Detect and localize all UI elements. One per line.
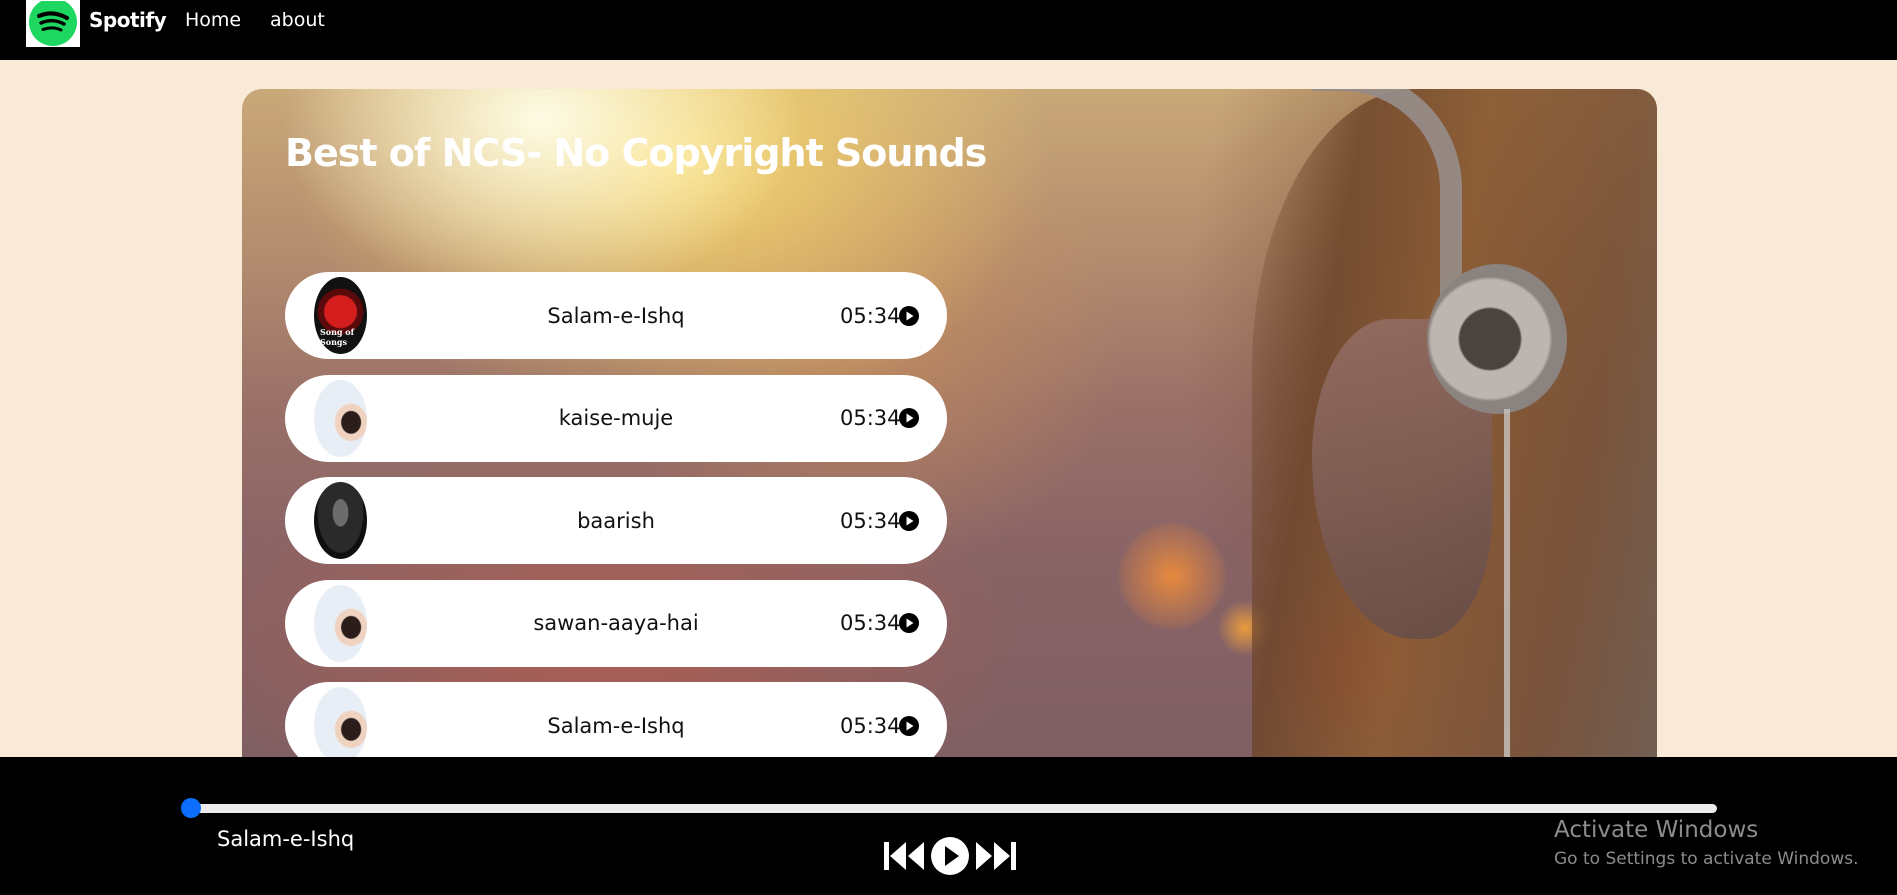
song-list: Song of Songs Salam-e-Ishq 05:34 kaise-m… xyxy=(285,272,947,785)
next-icon[interactable] xyxy=(974,839,1018,873)
navbar: Spotify Home about xyxy=(0,0,1897,60)
cover-text: Song of Songs xyxy=(320,327,355,347)
song-duration: 05:34 xyxy=(840,406,901,430)
play-circle-icon[interactable] xyxy=(898,612,920,634)
song-item[interactable]: Song of Songs Salam-e-Ishq 05:34 xyxy=(285,272,947,359)
progress-thumb[interactable] xyxy=(181,798,201,818)
playlist-container: Best of NCS- No Copyright Sounds Song of… xyxy=(242,89,1657,789)
brand-name[interactable]: Spotify xyxy=(89,8,167,32)
watermark-subtitle: Go to Settings to activate Windows. xyxy=(1554,849,1859,869)
song-item[interactable]: baarish 05:34 xyxy=(285,477,947,564)
spotify-logo-icon xyxy=(29,0,77,46)
background-art-headphone-band xyxy=(1312,89,1462,299)
playlist-title: Best of NCS- No Copyright Sounds xyxy=(285,131,987,175)
song-duration: 05:34 xyxy=(840,713,901,738)
play-circle-icon[interactable] xyxy=(898,407,920,429)
background-art-headphone-wire xyxy=(1504,409,1510,789)
song-duration: 05:34 xyxy=(840,303,901,328)
background-art-headphone-cup xyxy=(1427,264,1567,414)
play-icon[interactable] xyxy=(930,836,970,876)
previous-icon[interactable] xyxy=(882,839,926,873)
play-circle-icon[interactable] xyxy=(898,715,920,737)
nav-link-home[interactable]: Home xyxy=(185,9,241,31)
song-item[interactable]: sawan-aaya-hai 05:34 xyxy=(285,579,947,667)
now-playing-title: Salam-e-Ishq xyxy=(217,827,355,851)
play-circle-icon[interactable] xyxy=(898,510,920,532)
song-duration: 05:34 xyxy=(840,508,901,533)
windows-activation-watermark: Activate Windows Go to Settings to activ… xyxy=(1554,817,1859,869)
spotify-logo[interactable] xyxy=(26,0,80,47)
nav-link-about[interactable]: about xyxy=(270,9,325,31)
watermark-title: Activate Windows xyxy=(1554,817,1759,843)
song-duration: 05:34 xyxy=(840,611,901,635)
song-item[interactable]: Salam-e-Ishq 05:34 xyxy=(285,682,947,769)
progress-bar[interactable] xyxy=(181,798,1717,818)
play-circle-icon[interactable] xyxy=(898,305,920,327)
playback-controls xyxy=(882,836,1018,876)
song-item[interactable]: kaise-muje 05:34 xyxy=(285,374,947,462)
